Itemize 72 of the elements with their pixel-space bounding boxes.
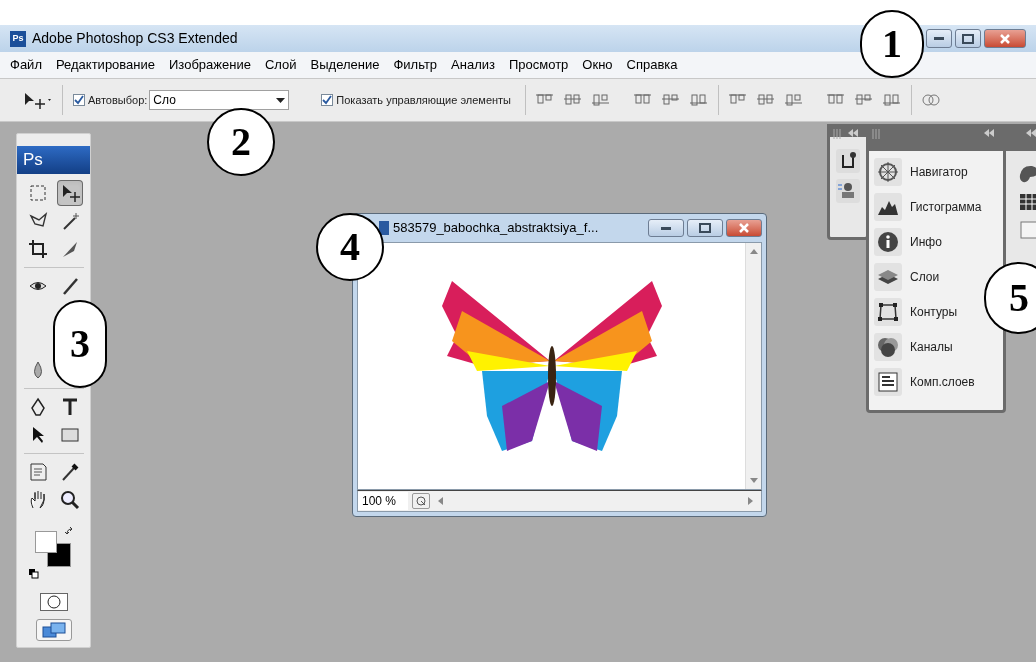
collapse-icon [1026,129,1036,137]
crop-icon [26,238,49,260]
panel-item[interactable]: Инфо [874,225,946,258]
checkbox[interactable] [321,94,334,106]
zoom-level: 100 % [358,492,408,510]
checkbox[interactable] [73,94,85,106]
maximize-icon [962,33,974,44]
panel-item[interactable]: Каналы [874,330,957,363]
info-menu-button[interactable] [412,493,430,509]
info-icon [876,229,900,254]
collapse-icon [984,129,994,137]
panel-item[interactable]: Контуры [874,295,962,328]
menu-item[interactable]: Справка [626,55,678,75]
close-button[interactable] [984,29,1026,48]
distribute-icon [785,91,804,109]
clone-source-icon [836,179,860,203]
swatches-icon [1018,191,1036,213]
move-tool-icon [22,90,52,110]
checkbox-label: Показать управляющие элементы [336,92,512,108]
panel-item[interactable]: Слои [874,260,944,293]
distribute-icon [883,91,902,109]
menu-item[interactable]: Выделение [310,55,380,75]
align-icon [592,91,611,109]
maximize-button[interactable] [955,29,981,48]
minimize-icon [934,37,944,40]
checkbox-label: Автовыбор: [88,92,148,108]
scroll-up-icon [749,249,758,254]
swap-icon [64,527,75,537]
minimize-button[interactable] [648,219,684,237]
menu-item[interactable]: Фильтр [393,55,438,75]
document-title: 583579_babochka_abstraktsiya_f... [393,219,599,238]
menu-item[interactable]: Изображение [169,55,251,75]
menu-item[interactable]: Редактирование [55,55,155,75]
panel-item[interactable]: Комп.слоев [874,365,979,398]
scroll-right-icon [748,497,753,505]
minimize-button[interactable] [926,29,952,48]
maximize-icon [699,223,711,233]
menu-item[interactable]: Файл [10,55,42,75]
app-logo: Ps [10,30,26,47]
panel-item[interactable]: Гистограмма [874,190,986,223]
palette-icon [1018,163,1036,185]
document-icon [379,221,389,235]
zoom-icon [58,489,81,511]
auto-align-icon [922,91,941,109]
maximize-button[interactable] [687,219,723,237]
align-icon [690,91,709,109]
ship-wheel-icon [876,159,900,184]
menu-item[interactable]: Просмотр [509,55,569,75]
close-icon [1000,33,1010,44]
close-icon [739,223,749,233]
collapse-icon [848,129,858,137]
document-list-icon [876,369,900,394]
quick-mask-button[interactable] [39,593,68,611]
scroll-left-icon [438,497,443,505]
foreground-color-swatch[interactable] [34,531,57,553]
move-tool[interactable] [57,181,82,205]
panel-item[interactable]: Навигатор [874,155,972,188]
menu-item[interactable]: Окно [582,55,613,75]
menu-item[interactable]: Слой [264,55,297,75]
screen-mode-button[interactable] [35,619,72,641]
tool-presets-icon [836,149,860,173]
screens-icon [41,622,66,638]
layer-dropdown[interactable]: Сло [149,90,290,110]
window-title: Adobe Photoshop CS3 Extended [32,29,238,48]
ps-logo: Ps [17,146,90,174]
circle-icon [46,595,61,609]
minimize-icon [661,226,671,230]
scroll-down-icon [749,478,758,483]
caret-icon [276,97,286,103]
default-colors-icon [28,569,39,579]
menu-item[interactable]: Анализ [451,55,495,75]
close-button[interactable] [726,219,762,237]
